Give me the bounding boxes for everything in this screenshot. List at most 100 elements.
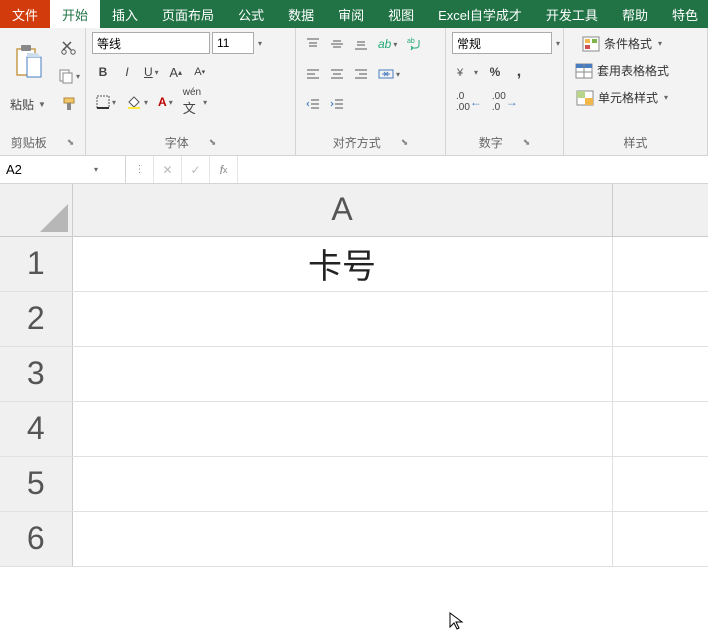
cell-B6[interactable] [612, 511, 708, 566]
formula-input[interactable] [238, 156, 708, 183]
column-header-A[interactable]: A [72, 184, 612, 236]
increase-decimal-button[interactable]: .0.00← [452, 90, 486, 114]
phonetic-button[interactable]: wén文▾ [179, 90, 211, 114]
table-format-button[interactable]: 套用表格格式 [570, 59, 674, 82]
cancel-formula-button[interactable]: ✕ [154, 156, 182, 183]
merge-button[interactable]: ▾ [374, 62, 404, 86]
border-icon [96, 95, 110, 109]
cell-B5[interactable] [612, 456, 708, 511]
italic-button[interactable]: I [116, 60, 138, 84]
percent-button[interactable]: % [484, 60, 506, 84]
increase-font-button[interactable]: A▴ [165, 60, 187, 84]
row-header-5[interactable]: 5 [0, 456, 72, 511]
namebox-chevron-icon[interactable]: ▾ [94, 165, 98, 174]
tab-view[interactable]: 视图 [376, 0, 426, 28]
name-box-input[interactable] [6, 162, 86, 177]
align-middle-button[interactable] [326, 32, 348, 56]
decrease-font-button[interactable]: A▾ [189, 60, 211, 84]
align-center-button[interactable] [326, 62, 348, 86]
name-box[interactable]: ▾ [0, 156, 126, 183]
cell-A6[interactable] [72, 511, 612, 566]
tab-home[interactable]: 开始 [50, 0, 100, 28]
bucket-icon [126, 94, 142, 110]
cell-B4[interactable] [612, 401, 708, 456]
fill-color-button[interactable]: ▾ [122, 90, 152, 114]
cell-style-icon [576, 90, 594, 106]
font-color-button[interactable]: A▾ [154, 90, 177, 114]
formula-menu-button[interactable]: ⋮ [126, 156, 154, 183]
accounting-format-button[interactable]: ¥▾ [452, 60, 482, 84]
clipboard-launcher-icon[interactable]: ⬊ [67, 137, 75, 148]
group-number: ▾ ¥▾ % , .0.00← .00.0→ 数字⬊ [446, 28, 564, 155]
cell-A3[interactable] [72, 346, 612, 401]
row-header-2[interactable]: 2 [0, 291, 72, 346]
paste-button[interactable] [6, 32, 50, 94]
align-left-button[interactable] [302, 62, 324, 86]
align-launcher-icon[interactable]: ⬊ [401, 137, 409, 148]
enter-formula-button[interactable]: ✓ [182, 156, 210, 183]
wrap-text-button[interactable]: ab [403, 32, 427, 56]
chevron-down-icon[interactable]: ▾ [258, 39, 262, 48]
copy-button[interactable]: ▾ [54, 64, 84, 88]
cell-B1[interactable] [612, 236, 708, 291]
align-bottom-icon [354, 37, 368, 51]
column-header-B[interactable] [612, 184, 708, 236]
tab-developer[interactable]: 开发工具 [534, 0, 610, 28]
group-alignment: ab▾ ab ▾ 对齐方式⬊ [296, 28, 446, 155]
font-size-combo[interactable] [212, 32, 254, 54]
row-header-6[interactable]: 6 [0, 511, 72, 566]
group-font-label: 字体 [165, 134, 189, 151]
font-launcher-icon[interactable]: ⬊ [209, 137, 217, 148]
ribbon-tabs: 文件 开始 插入 页面布局 公式 数据 审阅 视图 Excel自学成才 开发工具… [0, 0, 708, 28]
format-painter-button[interactable] [54, 92, 84, 116]
font-name-combo[interactable] [92, 32, 210, 54]
group-clipboard: 粘贴▼ ▾ 剪贴板⬊ [0, 28, 86, 155]
tab-file[interactable]: 文件 [0, 0, 50, 28]
align-top-button[interactable] [302, 32, 324, 56]
tab-data[interactable]: 数据 [276, 0, 326, 28]
align-top-icon [306, 37, 320, 51]
merge-icon [378, 67, 394, 81]
number-format-combo[interactable] [452, 32, 552, 54]
cell-A1[interactable]: 卡号 [72, 236, 612, 291]
cell-A5[interactable] [72, 456, 612, 511]
scissors-icon [61, 40, 77, 56]
brush-icon [61, 96, 77, 112]
cell-style-button[interactable]: 单元格样式▾ [570, 86, 674, 109]
decrease-decimal-button[interactable]: .00.0→ [488, 90, 522, 114]
tab-special[interactable]: 特色 [660, 0, 708, 28]
insert-function-button[interactable]: fx [210, 156, 238, 183]
align-right-button[interactable] [350, 62, 372, 86]
number-launcher-icon[interactable]: ⬊ [523, 137, 531, 148]
cell-A4[interactable] [72, 401, 612, 456]
tab-insert[interactable]: 插入 [100, 0, 150, 28]
conditional-format-button[interactable]: 条件格式▾ [570, 32, 674, 55]
table-format-icon [575, 63, 593, 79]
cond-format-icon [582, 36, 600, 52]
group-number-label: 数字 [479, 134, 503, 151]
orientation-button[interactable]: ab▾ [374, 32, 401, 56]
tab-review[interactable]: 审阅 [326, 0, 376, 28]
align-middle-icon [330, 37, 344, 51]
cut-button[interactable] [54, 36, 84, 60]
cell-B3[interactable] [612, 346, 708, 401]
row-header-3[interactable]: 3 [0, 346, 72, 401]
ribbon: 粘贴▼ ▾ 剪贴板⬊ ▾ B I U▾ A▴ A▾ [0, 28, 708, 156]
tab-page-layout[interactable]: 页面布局 [150, 0, 226, 28]
tab-formulas[interactable]: 公式 [226, 0, 276, 28]
row-header-1[interactable]: 1 [0, 236, 72, 291]
comma-button[interactable]: , [508, 60, 530, 84]
decrease-indent-button[interactable] [302, 92, 324, 116]
cell-A2[interactable] [72, 291, 612, 346]
cell-B2[interactable] [612, 291, 708, 346]
tab-selfstudy[interactable]: Excel自学成才 [426, 0, 534, 28]
row-header-4[interactable]: 4 [0, 401, 72, 456]
border-button[interactable]: ▾ [92, 90, 120, 114]
select-all-corner[interactable] [0, 184, 72, 236]
paste-label[interactable]: 粘贴▼ [10, 94, 46, 113]
underline-button[interactable]: U▾ [140, 60, 163, 84]
align-bottom-button[interactable] [350, 32, 372, 56]
bold-button[interactable]: B [92, 60, 114, 84]
tab-help[interactable]: 帮助 [610, 0, 660, 28]
increase-indent-button[interactable] [326, 92, 348, 116]
